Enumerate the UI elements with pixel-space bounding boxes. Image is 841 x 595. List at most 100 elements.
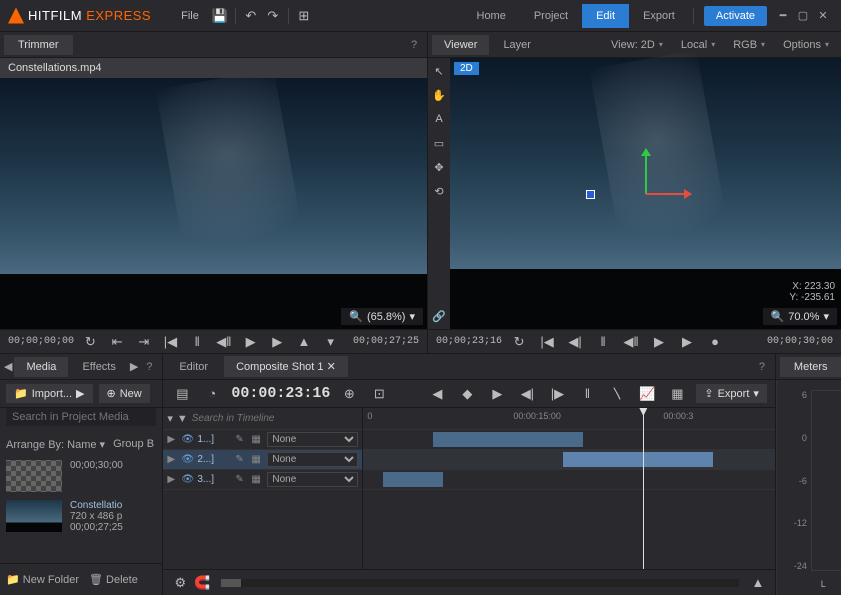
link-tool-icon[interactable]: 🔗 — [430, 307, 448, 325]
play-back-icon[interactable]: ◀‖ — [620, 331, 642, 353]
viewer-tab[interactable]: Viewer — [432, 35, 489, 55]
timeline-ruler[interactable]: 0 00:00:15:00 00:00:3 — [363, 408, 775, 430]
next-kf-icon[interactable]: ▶ — [486, 383, 508, 405]
play-icon[interactable]: ▶ — [648, 331, 670, 353]
filter-icon[interactable]: ▼ — [177, 413, 188, 425]
view-mode-dropdown[interactable]: View: 2D — [603, 35, 671, 55]
graph-icon[interactable]: 📈 — [636, 383, 658, 405]
loop-icon[interactable]: ↻ — [508, 331, 530, 353]
nav-home[interactable]: Home — [463, 4, 520, 28]
layout-icon[interactable]: ⊞ — [293, 5, 315, 27]
select-tool-icon[interactable]: ↖ — [430, 62, 448, 80]
blend-mode-dropdown[interactable]: None — [267, 472, 358, 487]
x-axis-handle[interactable] — [646, 193, 691, 195]
blend-mode-dropdown[interactable]: None — [267, 452, 358, 467]
redo-icon[interactable]: ↷ — [262, 5, 284, 27]
zoom-fit-icon[interactable]: ▲ — [747, 572, 769, 594]
gear-icon[interactable]: ⚙ — [169, 572, 191, 594]
close-icon[interactable]: ✕ — [813, 6, 833, 26]
maximize-icon[interactable]: ▢ — [793, 6, 813, 26]
align-icon[interactable]: ▦ — [666, 383, 688, 405]
duplicate-icon[interactable]: ⊡ — [368, 383, 390, 405]
minimize-icon[interactable]: ━ — [773, 6, 793, 26]
options-icon[interactable]: ▾ — [320, 331, 341, 353]
new-layer-icon[interactable]: ⊕ — [338, 383, 360, 405]
viewer-viewport[interactable]: 2D X: 223.30 Y: -235.61 🔍 70.0% ▾ — [450, 58, 841, 329]
export-button[interactable]: ⇪Export ▾ — [696, 384, 767, 403]
clip[interactable] — [433, 432, 583, 447]
meters-tab[interactable]: Meters — [780, 357, 841, 377]
group-by-dropdown[interactable]: Group B — [113, 438, 154, 450]
trimmer-zoom[interactable]: 🔍 (65.8%) ▾ — [341, 308, 423, 325]
timeline[interactable]: 0 00:00:15:00 00:00:3 — [363, 408, 775, 569]
track-tool-icon[interactable]: ▤ — [171, 383, 193, 405]
clip[interactable] — [383, 472, 443, 487]
magnet-icon[interactable]: 🧲 — [191, 572, 213, 594]
anchor-handle[interactable] — [586, 190, 595, 199]
scrollbar[interactable] — [221, 579, 739, 587]
undo-icon[interactable]: ↶ — [240, 5, 262, 27]
loop-icon[interactable]: ↻ — [80, 331, 101, 353]
editor-timecode[interactable]: 00:00:23:16 — [231, 385, 330, 402]
new-button[interactable]: ⊕New — [99, 384, 150, 403]
go-start-icon[interactable]: |◀ — [536, 331, 558, 353]
jump-start-icon[interactable]: ◀| — [516, 383, 538, 405]
media-search-input[interactable] — [6, 408, 156, 426]
text-tool-icon[interactable]: A — [430, 110, 448, 128]
y-axis-handle[interactable] — [645, 149, 647, 194]
layer-row[interactable]: ▶👁2...]✎▦ None — [163, 450, 362, 470]
hand-tool-icon[interactable]: ✋ — [430, 86, 448, 104]
effects-tab[interactable]: Effects — [70, 357, 127, 377]
add-kf-icon[interactable]: ◆ — [456, 383, 478, 405]
save-icon[interactable]: 💾 — [209, 5, 231, 27]
delete-button[interactable]: 🗑 Delete — [89, 573, 138, 586]
layer-tab[interactable]: Layer — [491, 35, 543, 55]
out-icon[interactable]: ⇥ — [133, 331, 154, 353]
play-fwd-icon[interactable]: ▶ — [267, 331, 288, 353]
pause-icon[interactable]: ‖ — [592, 331, 614, 353]
nav-edit[interactable]: Edit — [582, 4, 629, 28]
composite-shot-tab[interactable]: Composite Shot 1 ✕ — [224, 356, 348, 377]
media-item[interactable]: 00;00;30;00 — [0, 456, 162, 496]
clip[interactable] — [563, 452, 713, 467]
keyframe-icon[interactable]: ◔ — [201, 383, 223, 405]
new-folder-button[interactable]: 📁 New Folder — [6, 573, 79, 586]
trimmer-tab[interactable]: Trimmer — [4, 35, 73, 55]
viewer-zoom[interactable]: 🔍 70.0% ▾ — [763, 308, 837, 325]
jump-end-icon[interactable]: |▶ — [546, 383, 568, 405]
playhead[interactable] — [643, 408, 644, 569]
prev-kf-icon[interactable]: ◀ — [426, 383, 448, 405]
viewer-options-dropdown[interactable]: Options — [775, 35, 837, 55]
move-tool-icon[interactable]: ✥ — [430, 158, 448, 176]
editor-tab[interactable]: Editor — [167, 357, 220, 377]
prev-frame-icon[interactable]: |◀ — [160, 331, 181, 353]
play-back-icon[interactable]: ◀‖ — [214, 331, 235, 353]
media-item[interactable]: Constellatio720 x 486 p 00;00;27;25 — [0, 496, 162, 537]
layer-row[interactable]: ▶👁1...]✎▦ None — [163, 430, 362, 450]
trimmer-viewport[interactable]: 🔍 (65.8%) ▾ — [0, 78, 427, 329]
arrange-by-dropdown[interactable]: Arrange By: Name ▾ — [6, 438, 105, 451]
prev-frame-icon[interactable]: ◀| — [564, 331, 586, 353]
mask-tool-icon[interactable]: ▭ — [430, 134, 448, 152]
nav-export[interactable]: Export — [629, 4, 689, 28]
orbit-tool-icon[interactable]: ⟲ — [430, 182, 448, 200]
help-icon[interactable]: ? — [405, 36, 423, 54]
help-icon[interactable]: ? — [753, 358, 771, 376]
pause-icon[interactable]: ‖ — [187, 331, 208, 353]
chevron-right-icon[interactable]: ▶ — [130, 360, 138, 373]
next-frame-icon[interactable]: ▶ — [676, 331, 698, 353]
snap-icon[interactable]: ‖ — [576, 383, 598, 405]
space-dropdown[interactable]: Local — [673, 35, 723, 55]
media-tab[interactable]: Media — [14, 357, 68, 377]
help-icon[interactable]: ? — [140, 358, 158, 376]
record-icon[interactable]: ● — [704, 331, 726, 353]
menu-file[interactable]: File — [171, 6, 209, 26]
activate-button[interactable]: Activate — [704, 6, 767, 26]
play-icon[interactable]: ▶ — [240, 331, 261, 353]
timeline-search-input[interactable] — [192, 413, 359, 424]
chevron-down-icon[interactable]: ▾ — [167, 412, 173, 425]
chevron-left-icon[interactable]: ◀ — [4, 360, 12, 373]
add-marker-icon[interactable]: ▲ — [294, 331, 315, 353]
in-icon[interactable]: ⇤ — [107, 331, 128, 353]
blend-mode-dropdown[interactable]: None — [267, 432, 358, 447]
